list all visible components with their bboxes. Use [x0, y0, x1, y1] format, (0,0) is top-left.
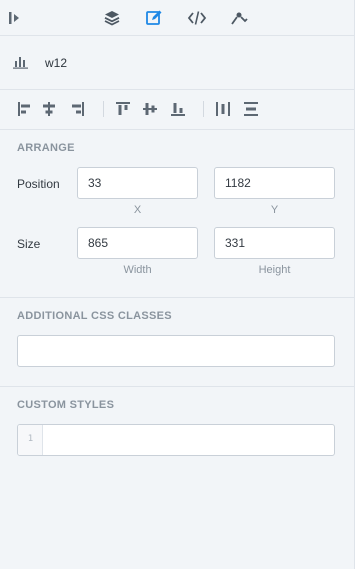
position-y-input[interactable]: [214, 167, 335, 199]
distribute-horizontal-icon[interactable]: [213, 99, 233, 119]
toolbar-divider: [203, 101, 204, 117]
align-top-icon[interactable]: [113, 99, 133, 119]
distribute-vertical-icon[interactable]: [241, 99, 261, 119]
alignment-toolbar: [0, 90, 355, 130]
panel-toolbar: [0, 0, 355, 36]
x-sublabel: X: [133, 204, 142, 216]
position-x-input[interactable]: [77, 167, 198, 199]
align-right-icon[interactable]: [67, 99, 87, 119]
custom-styles-editor[interactable]: 1: [17, 424, 335, 456]
css-classes-input[interactable]: [17, 335, 335, 367]
toolbar-divider: [103, 101, 104, 117]
css-classes-section-title: ADDITIONAL CSS CLASSES: [17, 310, 172, 322]
widget-name-row: w12: [0, 36, 355, 90]
align-bottom-icon[interactable]: [168, 99, 188, 119]
align-left-icon[interactable]: [15, 99, 35, 119]
width-sublabel: Width: [123, 264, 152, 276]
custom-styles-section-title: CUSTOM STYLES: [17, 399, 115, 411]
line-number: 1: [27, 434, 34, 444]
y-sublabel: Y: [270, 204, 279, 216]
layers-icon[interactable]: [101, 7, 123, 29]
widget-name[interactable]: w12: [45, 56, 67, 70]
editor-gutter: 1: [18, 425, 43, 455]
code-icon[interactable]: [186, 7, 208, 29]
position-label: Position: [17, 177, 60, 191]
edit-icon[interactable]: [143, 7, 165, 29]
align-center-horizontal-icon[interactable]: [39, 99, 59, 119]
arrange-section-title: ARRANGE: [17, 142, 75, 154]
bar-chart-icon: [13, 55, 29, 74]
section-divider: [0, 297, 355, 298]
section-divider: [0, 386, 355, 387]
size-label: Size: [17, 237, 41, 251]
height-input[interactable]: [214, 227, 335, 259]
width-input[interactable]: [77, 227, 198, 259]
widget-properties-panel: w12 ARRANGE Position X: [0, 0, 355, 569]
height-sublabel: Height: [258, 264, 291, 276]
connect-icon[interactable]: [228, 7, 250, 29]
collapse-panel-icon[interactable]: [3, 7, 25, 29]
align-middle-vertical-icon[interactable]: [140, 99, 160, 119]
